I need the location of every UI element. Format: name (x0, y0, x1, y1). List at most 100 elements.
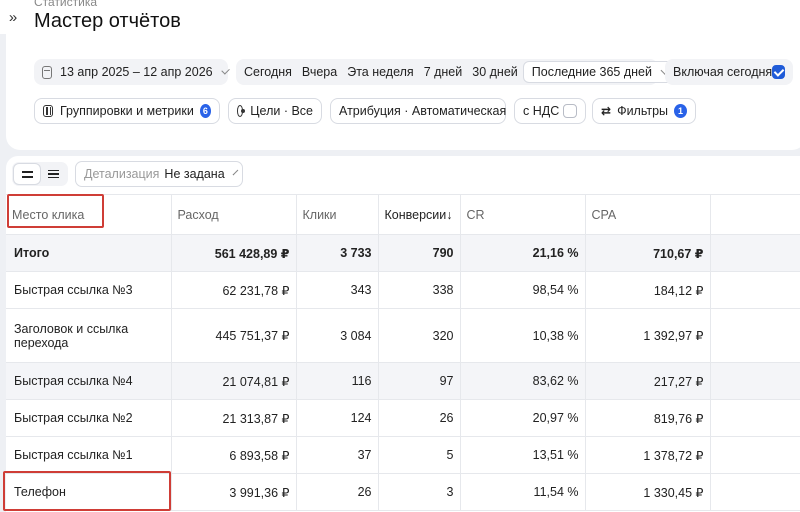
groupings-label: Группировки и метрики (59, 104, 194, 118)
table-cell: 37 (296, 436, 379, 474)
table-cell: 320 (378, 308, 461, 363)
row-density-toggle (12, 162, 68, 186)
attribution-label: Атрибуция · Автоматическая (339, 104, 507, 118)
table-cell: 13,51 % (460, 436, 586, 474)
table-cell (710, 308, 800, 363)
table-cell: 11,54 % (460, 473, 586, 511)
table-cell: Телефон (6, 473, 172, 511)
breadcrumb[interactable]: Статистика (34, 0, 97, 9)
table-cell: 26 (378, 399, 461, 437)
table-row: Заголовок и ссылка перехода 445 751,37 ₽… (6, 308, 800, 363)
table-cell: 3 (378, 473, 461, 511)
calendar-icon (42, 65, 53, 79)
column-header-cr[interactable]: CR (460, 194, 586, 235)
table-cell: 10,38 % (460, 308, 586, 363)
column-header-empty (710, 194, 800, 235)
groupings-metrics-button[interactable]: Группировки и метрики 6 (34, 98, 220, 124)
period-365-days[interactable]: Последние 365 дней (522, 61, 678, 83)
lines-dense-icon (47, 169, 59, 179)
table-cell (710, 399, 800, 437)
compact-view-button[interactable] (40, 164, 66, 184)
column-header-clicks[interactable]: Клики (296, 194, 379, 235)
column-header-cpa[interactable]: CPA (585, 194, 711, 235)
table-cell: 1 378,72 ₽ (585, 436, 711, 474)
include-today-toggle[interactable]: Включая сегодня (665, 59, 793, 85)
page-title: Мастер отчётов (34, 10, 181, 32)
date-range-label: 13 апр 2025 – 12 апр 2026 (60, 65, 213, 79)
period-30-days[interactable]: 30 дней (467, 61, 523, 83)
table-row: Быстрая ссылка №4 21 074,81 ₽ 116 97 83,… (6, 362, 800, 400)
table-cell: 6 893,58 ₽ (171, 436, 297, 474)
table-cell: 3 991,36 ₽ (171, 473, 297, 511)
table-cell: 3 733 (296, 234, 379, 272)
vat-toggle[interactable]: с НДС (514, 98, 586, 124)
table-cell: Быстрая ссылка №2 (6, 399, 172, 437)
table-cell: Итого (6, 234, 172, 272)
expand-sidebar-icon[interactable]: » (0, 0, 26, 34)
date-range-picker[interactable]: 13 апр 2025 – 12 апр 2026 (34, 59, 230, 85)
table-cell: 710,67 ₽ (585, 234, 711, 272)
table-cell: 116 (296, 362, 379, 400)
table-cell: Заголовок и ссылка перехода (6, 308, 172, 363)
target-icon (237, 105, 245, 117)
table-row: Телефон 3 991,36 ₽ 26 3 11,54 % 1 330,45… (6, 473, 800, 511)
table-row: Быстрая ссылка №1 6 893,58 ₽ 37 5 13,51 … (6, 436, 800, 474)
vat-checkbox[interactable] (563, 104, 577, 118)
include-today-checkbox[interactable] (772, 65, 785, 79)
comfortable-view-button[interactable] (14, 164, 40, 184)
table-row: Быстрая ссылка №2 21 313,87 ₽ 124 26 20,… (6, 399, 800, 437)
column-header-conversions[interactable]: Конверсии↓ (378, 194, 461, 235)
table-cell (710, 234, 800, 272)
period-365-label: Последние 365 дней (531, 65, 652, 79)
table-cell: 124 (296, 399, 379, 437)
table-cell (710, 436, 800, 474)
detail-select[interactable]: Детализация Не задана (75, 161, 243, 187)
table-cell: Быстрая ссылка №4 (6, 362, 172, 400)
columns-icon (43, 105, 53, 117)
report-table: Место клика Расход Клики Конверсии↓ CR C… (6, 194, 800, 511)
table-cell: 5 (378, 436, 461, 474)
column-header-click-place[interactable]: Место клика (6, 194, 172, 235)
filter-sliders-icon: ⇄ (601, 104, 612, 118)
column-header-cost[interactable]: Расход (171, 194, 297, 235)
table-cell: 445 751,37 ₽ (171, 308, 297, 363)
table-cell: 561 428,89 ₽ (171, 234, 297, 272)
detail-label: Детализация (84, 167, 160, 181)
table-cell: Быстрая ссылка №1 (6, 436, 172, 474)
period-7-days[interactable]: 7 дней (419, 61, 468, 83)
table-cell: 217,27 ₽ (585, 362, 711, 400)
table-cell: Быстрая ссылка №3 (6, 271, 172, 309)
table-cell: 819,76 ₽ (585, 399, 711, 437)
table-cell: 98,54 % (460, 271, 586, 309)
table-cell: 338 (378, 271, 461, 309)
table-cell: 26 (296, 473, 379, 511)
table-cell: 21 313,87 ₽ (171, 399, 297, 437)
lines-icon (21, 170, 33, 178)
table-cell: 790 (378, 234, 461, 272)
goals-label: Цели · Все (250, 104, 313, 118)
period-this-week[interactable]: Эта неделя (342, 61, 418, 83)
filters-count-badge: 1 (674, 104, 687, 118)
table-cell (710, 473, 800, 511)
chevron-down-icon (232, 169, 239, 175)
table-cell: 83,62 % (460, 362, 586, 400)
table-row: Быстрая ссылка №3 62 231,78 ₽ 343 338 98… (6, 271, 800, 309)
total-row: Итого 561 428,89 ₽ 3 733 790 21,16 % 710… (6, 234, 800, 272)
period-today[interactable]: Сегодня (239, 61, 297, 83)
table-cell: 1 330,45 ₽ (585, 473, 711, 511)
include-today-label: Включая сегодня (673, 65, 773, 79)
goals-button[interactable]: Цели · Все (228, 98, 322, 124)
table-cell: 21 074,81 ₽ (171, 362, 297, 400)
attribution-button[interactable]: Атрибуция · Автоматическая (330, 98, 506, 124)
table-cell (710, 362, 800, 400)
table-header-row: Место клика Расход Клики Конверсии↓ CR C… (6, 194, 800, 235)
table-cell: 184,12 ₽ (585, 271, 711, 309)
table-cell: 343 (296, 271, 379, 309)
table-cell: 62 231,78 ₽ (171, 271, 297, 309)
period-yesterday[interactable]: Вчера (297, 61, 342, 83)
table-cell: 20,97 % (460, 399, 586, 437)
table-cell: 21,16 % (460, 234, 586, 272)
filters-button[interactable]: ⇄ Фильтры 1 (592, 98, 696, 124)
table-cell (710, 271, 800, 309)
table-cell: 97 (378, 362, 461, 400)
